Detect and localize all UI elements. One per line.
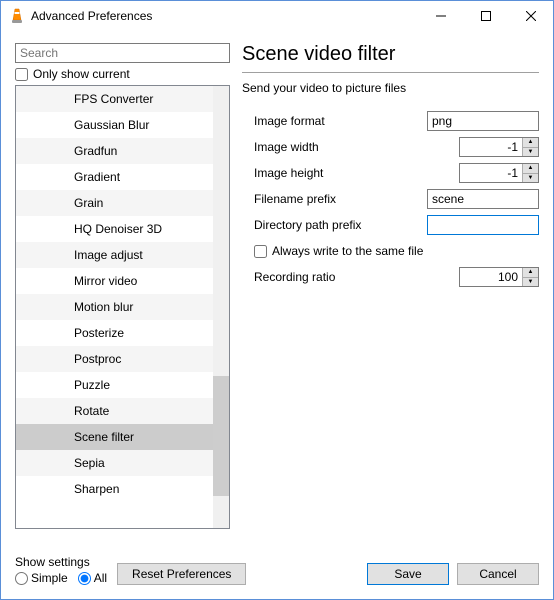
- cancel-button[interactable]: Cancel: [457, 563, 539, 585]
- radio-simple-label: Simple: [31, 571, 68, 585]
- minimize-button[interactable]: [418, 1, 463, 31]
- always-write-checkbox[interactable]: [254, 245, 267, 258]
- always-write-row[interactable]: Always write to the same file: [242, 239, 539, 263]
- filter-tree: FPS ConverterGaussian BlurGradfunGradien…: [15, 85, 230, 529]
- tree-item[interactable]: Gradfun: [16, 138, 213, 164]
- image-width-label: Image width: [242, 140, 397, 154]
- recording-ratio-spinbox[interactable]: ▲ ▼: [459, 267, 539, 287]
- tree-item[interactable]: Motion blur: [16, 294, 213, 320]
- image-height-input[interactable]: [460, 164, 522, 182]
- radio-simple[interactable]: [15, 572, 28, 585]
- tree-item[interactable]: Gradient: [16, 164, 213, 190]
- divider: [242, 72, 539, 73]
- tree-item[interactable]: Image adjust: [16, 242, 213, 268]
- save-button[interactable]: Save: [367, 563, 449, 585]
- radio-simple-row[interactable]: Simple: [15, 571, 68, 585]
- tree-scrollbar[interactable]: [213, 86, 229, 528]
- footer: Show settings Simple All Reset Preferenc…: [1, 535, 553, 589]
- image-width-down[interactable]: ▼: [523, 148, 538, 157]
- always-write-label: Always write to the same file: [272, 244, 423, 258]
- tree-item[interactable]: Mirror video: [16, 268, 213, 294]
- recording-ratio-input[interactable]: [460, 268, 522, 286]
- search-input[interactable]: [15, 43, 230, 63]
- only-show-current-label: Only show current: [33, 67, 130, 81]
- dir-prefix-label: Directory path prefix: [242, 218, 397, 232]
- tree-item[interactable]: Scene filter: [16, 424, 213, 450]
- close-button[interactable]: [508, 1, 553, 31]
- image-width-input[interactable]: [460, 138, 522, 156]
- show-settings-group: Show settings Simple All: [15, 555, 107, 585]
- tree-item[interactable]: Sharpen: [16, 476, 213, 502]
- tree-item[interactable]: Puzzle: [16, 372, 213, 398]
- right-panel: Scene video filter Send your video to pi…: [242, 43, 539, 529]
- recording-ratio-label: Recording ratio: [242, 270, 397, 284]
- tree-item[interactable]: Rotate: [16, 398, 213, 424]
- recording-ratio-up[interactable]: ▲: [523, 268, 538, 278]
- image-format-input[interactable]: [427, 111, 539, 131]
- window-title: Advanced Preferences: [31, 9, 152, 23]
- image-width-up[interactable]: ▲: [523, 138, 538, 148]
- show-settings-label: Show settings: [15, 555, 107, 569]
- radio-all-row[interactable]: All: [78, 571, 107, 585]
- reset-preferences-button[interactable]: Reset Preferences: [117, 563, 246, 585]
- only-show-current-checkbox[interactable]: [15, 68, 28, 81]
- tree-item[interactable]: HQ Denoiser 3D: [16, 216, 213, 242]
- maximize-button[interactable]: [463, 1, 508, 31]
- tree-item[interactable]: Grain: [16, 190, 213, 216]
- image-height-down[interactable]: ▼: [523, 174, 538, 183]
- tree-item[interactable]: Sepia: [16, 450, 213, 476]
- titlebar: Advanced Preferences: [1, 1, 553, 31]
- radio-all[interactable]: [78, 572, 91, 585]
- panel-subtitle: Send your video to picture files: [242, 81, 539, 95]
- left-panel: Only show current FPS ConverterGaussian …: [15, 43, 230, 529]
- tree-item[interactable]: Posterize: [16, 320, 213, 346]
- tree-item[interactable]: FPS Converter: [16, 86, 213, 112]
- image-height-spinbox[interactable]: ▲ ▼: [459, 163, 539, 183]
- scrollbar-thumb[interactable]: [213, 376, 229, 496]
- filename-prefix-input[interactable]: [427, 189, 539, 209]
- only-show-current-row[interactable]: Only show current: [15, 67, 230, 81]
- app-icon: [9, 8, 25, 24]
- image-height-up[interactable]: ▲: [523, 164, 538, 174]
- panel-heading: Scene video filter: [242, 43, 539, 66]
- image-height-label: Image height: [242, 166, 397, 180]
- image-width-spinbox[interactable]: ▲ ▼: [459, 137, 539, 157]
- recording-ratio-down[interactable]: ▼: [523, 278, 538, 287]
- radio-all-label: All: [94, 571, 107, 585]
- tree-item[interactable]: Postproc: [16, 346, 213, 372]
- filename-prefix-label: Filename prefix: [242, 192, 397, 206]
- tree-item[interactable]: Gaussian Blur: [16, 112, 213, 138]
- dir-prefix-input[interactable]: [427, 215, 539, 235]
- image-format-label: Image format: [242, 114, 397, 128]
